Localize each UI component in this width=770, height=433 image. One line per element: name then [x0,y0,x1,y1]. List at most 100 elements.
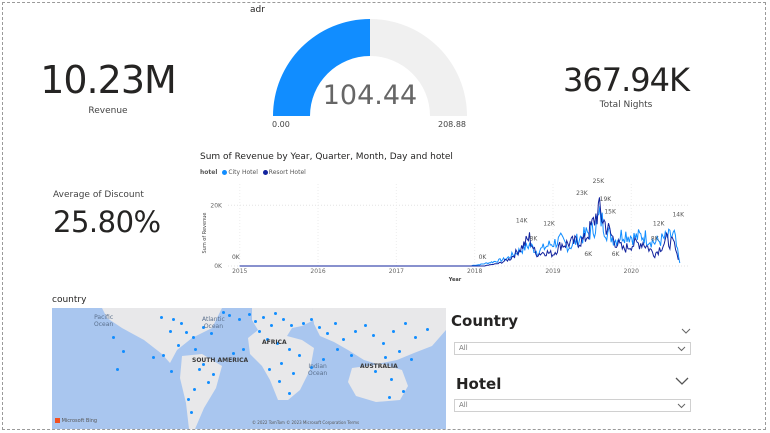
total-nights-label: Total Nights [599,100,653,110]
map-country-dot[interactable] [288,348,291,351]
bing-logo-text: Microsoft Bing [61,418,98,424]
map-country-dot[interactable] [254,320,257,323]
x-tick-label: 2017 [389,268,404,275]
x-tick-label: 2018 [467,268,482,275]
map-country-dot[interactable] [232,352,235,355]
map-country-dot[interactable] [222,311,225,314]
map-country-dot[interactable] [185,331,188,334]
data-label: 14K [672,211,685,218]
map-country-dot[interactable] [193,388,196,391]
hotel-dropdown[interactable]: All [454,399,691,412]
revenue-value: 10.23M [40,58,177,102]
map-country-dot[interactable] [374,370,377,373]
map-country-dot[interactable] [372,334,375,337]
legend-city-label[interactable]: City Hotel [228,169,258,176]
map-country-dot[interactable] [194,348,197,351]
map-country-dot[interactable] [187,398,190,401]
map-country-dot[interactable] [180,322,183,325]
map-country-dot[interactable] [122,350,125,353]
map-country-dot[interactable] [288,392,291,395]
map-country-dot[interactable] [382,342,385,345]
data-label: 6K [584,251,593,258]
map-country-dot[interactable] [112,336,115,339]
map-country-dot[interactable] [258,330,261,333]
map-country-dot[interactable] [170,370,173,373]
legend-city-dot [222,170,228,175]
country-dropdown[interactable]: All [454,342,691,355]
map-country-dot[interactable] [270,324,273,327]
map-country-dot[interactable] [228,314,231,317]
map-label-australia: AUSTRALIA [360,363,398,370]
x-axis-title: Year [448,277,462,283]
map-country-dot[interactable] [392,330,395,333]
map-country-dot[interactable] [160,316,163,319]
map-country-dot[interactable] [207,381,210,384]
map-country-dot[interactable] [268,368,271,371]
map-country-dot[interactable] [410,358,413,361]
data-label: 25K [593,178,606,185]
map-country-dot[interactable] [334,322,337,325]
data-label: 8K [651,236,660,243]
hotel-collapse-chevron-icon[interactable] [675,377,689,386]
map-country-dot[interactable] [404,322,407,325]
map-country-dot[interactable] [242,348,245,351]
map-country-dot[interactable] [336,348,339,351]
legend-title: hotel [200,169,218,176]
data-label: 0K [232,254,241,261]
map-country-dot[interactable] [116,368,119,371]
map-label-south-america: SOUTH AMERICA [192,357,249,364]
hotel-dropdown-chevron-icon [677,403,686,409]
country-map[interactable]: Pacific Ocean Atlantic Ocean AFRICA SOUT… [52,308,446,429]
map-country-dot[interactable] [172,318,175,321]
map-country-dot[interactable] [354,330,357,333]
map-country-dot[interactable] [190,411,193,414]
map-copyright[interactable]: © 2022 TomTom © 2023 Microsoft Corporati… [252,420,359,425]
gauge-max: 208.88 [438,120,466,129]
map-country-dot[interactable] [192,336,195,339]
map-country-dot[interactable] [162,354,165,357]
map-country-dot[interactable] [280,362,283,365]
map-country-dot[interactable] [310,318,313,321]
total-nights-value: 367.94K [563,61,690,99]
map-country-dot[interactable] [262,316,265,319]
map-country-dot[interactable] [298,354,301,357]
map-title: country [52,295,87,305]
map-country-dot[interactable] [290,324,293,327]
x-tick-label: 2020 [624,268,639,275]
map-country-dot[interactable] [238,318,241,321]
legend-resort-label[interactable]: Resort Hotel [269,169,306,176]
map-country-dot[interactable] [177,344,180,347]
map-country-dot[interactable] [212,373,215,376]
map-country-dot[interactable] [292,372,295,375]
map-country-dot[interactable] [152,356,155,359]
revenue-line-chart[interactable]: 0K 20K 2015 2016 2017 2018 2019 2020 Year Sum of … [196,178,696,290]
map-country-dot[interactable] [198,368,201,371]
hotel-slicer-title: Hotel [456,375,502,393]
map-country-dot[interactable] [274,312,277,315]
bing-logo: Microsoft Bing [55,418,97,424]
map-country-dot[interactable] [426,328,429,331]
data-label: 12K [653,221,666,228]
map-country-dot[interactable] [282,318,285,321]
map-country-dot[interactable] [398,350,401,353]
revenue-label: Revenue [88,106,128,116]
country-collapse-chevron-icon[interactable] [681,328,691,335]
map-country-dot[interactable] [342,338,345,341]
map-country-dot[interactable] [388,396,391,399]
map-country-dot[interactable] [326,332,329,335]
map-country-dot[interactable] [364,324,367,327]
gauge-min: 0.00 [272,120,290,129]
map-country-dot[interactable] [210,332,213,335]
map-country-dot[interactable] [278,380,281,383]
map-country-dot[interactable] [350,354,353,357]
map-country-dot[interactable] [402,390,405,393]
map-country-dot[interactable] [414,336,417,339]
map-country-dot[interactable] [248,313,251,316]
map-country-dot[interactable] [169,330,172,333]
map-country-dot[interactable] [384,356,387,359]
map-country-dot[interactable] [302,322,305,325]
discount-label: Average of Discount [53,190,144,200]
map-country-dot[interactable] [318,326,321,329]
map-country-dot[interactable] [390,378,393,381]
map-country-dot[interactable] [322,358,325,361]
